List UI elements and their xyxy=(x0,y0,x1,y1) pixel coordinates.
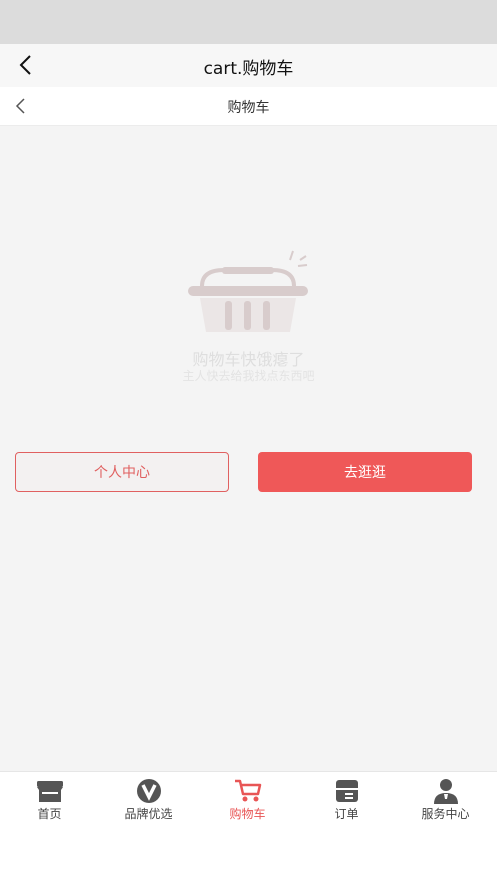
tab-cart[interactable]: 购物车 xyxy=(198,772,297,832)
store-icon xyxy=(37,781,63,802)
cart-icon xyxy=(235,779,262,802)
order-box-icon xyxy=(336,780,358,802)
tab-label: 订单 xyxy=(334,807,359,821)
tab-label: 品牌优选 xyxy=(124,807,173,821)
tab-label: 购物车 xyxy=(229,807,266,821)
tab-bar: 首页 品牌优选 购物车 订单 服务中心 xyxy=(0,771,497,884)
v-badge-icon xyxy=(137,779,161,803)
empty-basket-icon xyxy=(188,250,308,332)
personal-center-button[interactable]: 个人中心 xyxy=(15,452,229,492)
tab-label: 首页 xyxy=(37,807,62,821)
status-bar xyxy=(0,0,497,44)
tab-orders[interactable]: 订单 xyxy=(297,772,396,832)
go-shopping-button[interactable]: 去逛逛 xyxy=(258,452,472,492)
empty-subtitle: 主人快去给我找点东西吧 xyxy=(182,369,315,383)
app-title: cart.购物车 xyxy=(203,59,294,79)
tab-service[interactable]: 服务中心 xyxy=(396,772,495,832)
service-person-icon xyxy=(434,779,458,804)
tab-home[interactable]: 首页 xyxy=(0,772,99,832)
page-title: 购物车 xyxy=(227,100,270,116)
app-header: cart.购物车 xyxy=(0,44,497,87)
tab-brand[interactable]: 品牌优选 xyxy=(99,772,198,832)
tab-label: 服务中心 xyxy=(421,807,470,821)
page-header: 购物车 xyxy=(0,87,497,126)
